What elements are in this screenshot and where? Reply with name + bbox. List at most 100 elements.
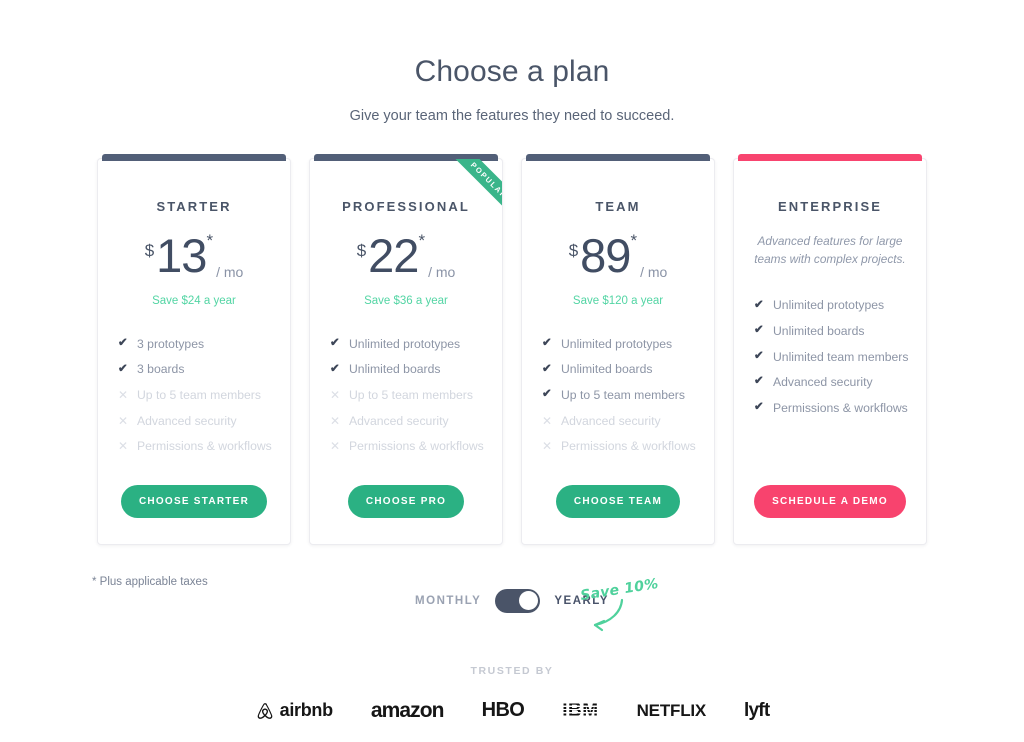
feature-label: Unlimited prototypes — [561, 336, 673, 351]
currency-symbol: $ — [356, 241, 367, 260]
plan-cta-button[interactable]: CHOOSE PRO — [347, 484, 465, 518]
feature-label: 3 boards — [137, 362, 185, 377]
plan-save-note: Save $24 a year — [152, 295, 236, 307]
currency-symbol: $ — [568, 241, 579, 260]
card-accent-bar — [314, 154, 498, 161]
feature-item: ✔ 3 prototypes — [118, 331, 290, 357]
price-period: / mo — [640, 264, 668, 280]
feature-label: Unlimited team members — [773, 349, 909, 364]
price-period: / mo — [216, 264, 244, 280]
billing-yearly-label[interactable]: YEARLY — [554, 595, 609, 607]
feature-item: ✔ Permissions & workflows — [754, 395, 926, 421]
feature-item: ✕ Advanced security — [542, 408, 714, 434]
plan-description: Advanced features for large teams with c… — [754, 234, 906, 267]
plan-name: STARTER — [156, 199, 232, 214]
logo-airbnb: airbnb — [255, 700, 333, 721]
cross-icon: ✕ — [542, 439, 553, 454]
feature-label: Unlimited prototypes — [349, 336, 461, 351]
plan-feature-list: ✔ 3 prototypes ✔ 3 boards ✕ Up to 5 team memb… — [98, 331, 290, 459]
card-accent-bar — [738, 154, 922, 161]
plan-card-professional: POPULAR PROFESSIONAL $22 * / mo Save $36 a ye… — [309, 154, 503, 545]
cross-icon: ✕ — [542, 413, 553, 428]
logo-label: airbnb — [279, 700, 334, 721]
plan-feature-list: ✔ Unlimited prototypes ✔ Unlimited boards ✕ U… — [310, 331, 502, 459]
price-amount: 13 — [156, 229, 207, 282]
feature-label: Up to 5 team members — [137, 387, 261, 402]
feature-item: ✕ Permissions & workflows — [330, 433, 502, 459]
page-title: Choose a plan — [414, 55, 610, 88]
plan-feature-list: ✔ Unlimited prototypes ✔ Unlimited boards ✔ U… — [734, 293, 926, 421]
feature-item: ✔ Up to 5 team members — [542, 382, 714, 408]
billing-toggle-group: MONTHLY YEARLY Save 10% — [0, 576, 1024, 632]
plan-name: ENTERPRISE — [777, 199, 883, 214]
logo-amazon: amazon — [370, 698, 445, 723]
logo-ibm: IBM — [562, 700, 598, 722]
plan-cta-wrap: CHOOSE TEAM — [555, 459, 681, 518]
plan-save-note: Save $36 a year — [364, 295, 448, 307]
cross-icon: ✕ — [118, 439, 129, 454]
pricing-plans-row: STARTER $13 * / mo Save $24 a year ✔ 3 prototy… — [0, 154, 1024, 545]
plan-card-enterprise: ENTERPRISE Advanced features for large te… — [733, 154, 927, 545]
trusted-by-title: TRUSTED BY — [470, 664, 554, 677]
feature-label: Advanced security — [349, 413, 449, 428]
plan-cta-wrap: CHOOSE STARTER — [120, 459, 268, 518]
check-icon: ✔ — [754, 400, 764, 413]
plan-name: TEAM — [595, 199, 641, 214]
feature-label: Unlimited prototypes — [773, 298, 885, 313]
feature-label: Up to 5 team members — [561, 387, 685, 402]
plan-cta-button[interactable]: SCHEDULE A DEMO — [754, 484, 906, 518]
cross-icon: ✕ — [330, 387, 341, 402]
cross-icon: ✕ — [118, 413, 129, 428]
logo-netflix: NETFLIX — [636, 700, 707, 721]
price-amount: 22 — [368, 229, 419, 282]
logo-label: amazon — [370, 698, 445, 722]
feature-item: ✔ Advanced security — [754, 369, 926, 395]
feature-item: ✔ Unlimited prototypes — [542, 331, 714, 357]
cross-icon: ✕ — [330, 413, 341, 428]
plan-feature-list: ✔ Unlimited prototypes ✔ Unlimited boards ✔ U… — [522, 331, 714, 459]
logo-label: NETFLIX — [636, 700, 707, 720]
popular-ribbon: POPULAR — [436, 159, 502, 225]
switch-knob[interactable] — [518, 591, 538, 611]
billing-monthly-label[interactable]: MONTHLY — [415, 595, 481, 607]
price-asterisk: * — [418, 231, 426, 250]
cross-icon: ✕ — [330, 439, 341, 454]
feature-label: Unlimited boards — [561, 362, 653, 377]
plan-cta-button[interactable]: CHOOSE STARTER — [120, 484, 268, 518]
feature-label: Up to 5 team members — [349, 387, 473, 402]
feature-item: ✕ Advanced security — [330, 408, 502, 434]
card-accent-bar — [526, 154, 710, 161]
logo-label: lyft — [744, 699, 770, 721]
plan-cta-button[interactable]: CHOOSE TEAM — [555, 484, 681, 518]
plan-price: $22 * / mo — [357, 232, 456, 284]
feature-item: ✕ Up to 5 team members — [330, 382, 502, 408]
check-icon: ✔ — [330, 337, 340, 350]
feature-item: ✔ Unlimited boards — [330, 357, 502, 383]
feature-item: ✕ Advanced security — [118, 408, 290, 434]
plan-price: $13 * / mo — [145, 232, 244, 284]
feature-item: ✔ Unlimited boards — [754, 318, 926, 344]
plan-card-starter: STARTER $13 * / mo Save $24 a year ✔ 3 prototy… — [97, 154, 291, 545]
cross-icon: ✕ — [118, 387, 129, 402]
logo-lyft: lyft — [744, 699, 770, 722]
price-asterisk: * — [206, 231, 214, 250]
feature-label: Permissions & workflows — [773, 400, 908, 415]
feature-item: ✔ Unlimited prototypes — [330, 331, 502, 357]
feature-label: Permissions & workflows — [137, 439, 272, 454]
plan-name: PROFESSIONAL — [342, 199, 470, 214]
card-accent-bar — [102, 154, 286, 161]
feature-item: ✕ Permissions & workflows — [542, 433, 714, 459]
check-icon: ✔ — [754, 298, 764, 311]
feature-item: ✔ Unlimited boards — [542, 357, 714, 383]
feature-label: Advanced security — [137, 413, 237, 428]
logo-label: IBM — [562, 699, 599, 721]
billing-period-switch[interactable] — [495, 588, 541, 613]
feature-item: ✔ Unlimited prototypes — [754, 293, 926, 319]
feature-label: Advanced security — [773, 375, 873, 390]
price-period: / mo — [428, 264, 456, 280]
airbnb-mark-icon — [257, 703, 272, 719]
feature-item: ✕ Permissions & workflows — [118, 433, 290, 459]
plan-cta-wrap: SCHEDULE A DEMO — [754, 459, 906, 518]
feature-label: Unlimited boards — [773, 323, 865, 338]
page-header: Choose a plan Give your team the feature… — [0, 0, 1024, 124]
